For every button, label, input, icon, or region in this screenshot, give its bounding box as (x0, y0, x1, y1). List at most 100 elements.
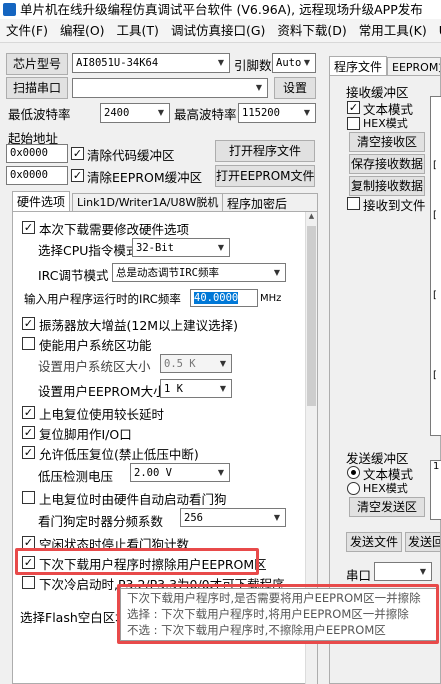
wdt-start-checkbox[interactable] (22, 491, 35, 504)
menu-common-tools[interactable]: 常用工具(K) (353, 19, 433, 42)
receive-mark: [ (433, 370, 437, 381)
wdt-divider-select[interactable]: 256 ▼ (180, 508, 286, 527)
tab-eeprom-file[interactable]: EEPROM文 (387, 57, 441, 76)
chevron-down-icon: ▼ (217, 243, 225, 252)
port-select[interactable]: ▼ (72, 78, 268, 98)
wdt-divider-value: 256 (184, 512, 203, 524)
send-text-mode-radio[interactable] (347, 466, 360, 479)
low-voltage-label: 低压检测电压 (38, 469, 114, 484)
window-title-bar: 单片机在线升级编程仿真调试平台软件 (V6.96A), 远程现场升级APP发布 (0, 0, 441, 19)
wdt-divider-label: 看门狗定时器分频系数 (38, 514, 164, 529)
send-hex-mode-radio[interactable] (347, 482, 360, 495)
menu-usb[interactable]: US (433, 19, 441, 42)
clear-code-buffer-checkbox[interactable]: ✓ (71, 147, 84, 160)
menu-debug[interactable]: 调试仿真接口(G) (165, 19, 271, 42)
chip-model-select[interactable]: AI8051U-34K64 ▼ (72, 53, 230, 73)
open-eeprom-file-button[interactable]: 打开EEPROM文件 (215, 165, 315, 187)
sysarea-size-select[interactable]: 0.5 K ▼ (160, 354, 232, 373)
chevron-down-icon: ▼ (219, 359, 227, 368)
pin-count-label: 引脚数 (234, 58, 272, 73)
scroll-up-icon: ▲ (308, 212, 315, 220)
clear-eeprom-buffer-label: 清除EEPROM缓冲区 (87, 170, 203, 185)
tab-offline-writer[interactable]: Link1D/Writer1A/U8W脱机 (72, 193, 224, 212)
scan-port-button[interactable]: 扫描串口 (6, 77, 68, 99)
send-textarea[interactable]: 1 (430, 460, 441, 520)
reset-io-checkbox[interactable]: ✓ (22, 426, 35, 439)
irc-mode-select[interactable]: 总是动态调节IRC频率 ▼ (112, 263, 286, 282)
min-baud-label: 最低波特率 (8, 107, 71, 122)
copy-receive-button[interactable]: 复制接收数据 (349, 176, 425, 196)
eeprom-size-label: 设置用户EEPROM大小 (38, 384, 166, 399)
clear-eeprom-buffer-checkbox[interactable]: ✓ (71, 169, 84, 182)
clear-receive-button[interactable]: 清空接收区 (349, 132, 425, 152)
irc-freq-unit: MHz (260, 293, 282, 304)
serial-port-select[interactable]: ▼ (374, 562, 432, 581)
chevron-down-icon: ▼ (303, 108, 311, 117)
pin-count-value: Auto (276, 57, 302, 69)
code-address-input[interactable]: 0x0000 (6, 144, 68, 163)
min-baud-select[interactable]: 2400 ▼ (100, 103, 170, 123)
osc-gain-checkbox[interactable]: ✓ (22, 317, 35, 330)
next-cold-start-checkbox[interactable] (22, 576, 35, 589)
cpu-mode-select[interactable]: 32-Bit ▼ (132, 238, 230, 257)
osc-gain-label: 振荡器放大增益(12M以上建议选择) (39, 318, 238, 333)
receive-to-file-checkbox[interactable] (347, 197, 360, 210)
port-settings-button[interactable]: 设置 (274, 77, 316, 99)
long-reset-checkbox[interactable]: ✓ (22, 406, 35, 419)
receive-hex-mode-label: HEX模式 (363, 117, 408, 130)
irc-freq-input[interactable]: 40.0000 (190, 289, 258, 307)
serial-port-label: 串口 (346, 568, 372, 583)
low-voltage-reset-checkbox[interactable]: ✓ (22, 446, 35, 459)
irc-freq-label: 输入用户程序运行时的IRC频率 (24, 292, 181, 306)
chevron-down-icon: ▼ (419, 567, 427, 576)
clear-send-button[interactable]: 清空发送区 (349, 497, 425, 517)
menu-file[interactable]: 文件(F) (0, 19, 54, 42)
highlight-frame (15, 548, 259, 575)
menu-bar: 文件(F)编程(O)工具(T)调试仿真接口(G)资料下载(D)常用工具(K)US (0, 19, 441, 43)
long-reset-label: 上电复位使用较长延时 (39, 407, 165, 422)
eeprom-size-value: 1 K (164, 383, 183, 395)
reset-io-label: 复位脚用作I/O口 (39, 427, 132, 442)
eeprom-address-input[interactable]: 0x0000 (6, 166, 68, 185)
receive-mark: [ (433, 160, 437, 171)
menu-tools[interactable]: 工具(T) (111, 19, 165, 42)
max-baud-label: 最高波特率 (174, 107, 237, 122)
receive-to-file-label: 接收到文件 (363, 198, 426, 213)
menu-download[interactable]: 资料下载(D) (271, 19, 352, 42)
irc-freq-value: 40.0000 (194, 292, 239, 304)
low-voltage-select[interactable]: 2.00 V ▼ (130, 463, 230, 482)
sysarea-size-value: 0.5 K (164, 358, 196, 370)
receive-mark: [ (433, 290, 437, 301)
chevron-down-icon: ▼ (219, 384, 227, 393)
wdt-start-label: 上电复位时由硬件自动启动看门狗 (39, 492, 227, 507)
receive-hex-mode-checkbox[interactable] (347, 117, 360, 130)
scrollbar-thumb[interactable] (307, 226, 316, 406)
sysarea-size-label: 设置用户系统区大小 (38, 359, 151, 374)
menu-program[interactable]: 编程(O) (54, 19, 111, 42)
max-baud-select[interactable]: 115200 ▼ (238, 103, 316, 123)
max-baud-value: 115200 (242, 107, 280, 119)
pin-count-select[interactable]: Auto ▼ (272, 53, 316, 73)
tooltip-highlight-frame (117, 584, 439, 644)
sysarea-label: 使能用户系统区功能 (39, 338, 152, 353)
send-back-button[interactable]: 发送回 (405, 532, 441, 552)
chevron-down-icon: ▼ (157, 108, 165, 117)
chevron-down-icon: ▼ (217, 468, 225, 477)
open-program-file-button[interactable]: 打开程序文件 (215, 140, 315, 162)
send-file-button[interactable]: 发送文件 (346, 532, 402, 552)
save-receive-button[interactable]: 保存接收数据 (349, 154, 425, 174)
app-icon (3, 3, 16, 16)
modify-hw-checkbox[interactable]: ✓ (22, 221, 35, 234)
receive-text-mode-checkbox[interactable]: ✓ (347, 101, 360, 114)
receive-textarea[interactable] (430, 96, 441, 436)
chevron-down-icon: ▼ (303, 58, 311, 67)
sysarea-checkbox[interactable] (22, 337, 35, 350)
tab-program-file[interactable]: 程序文件 (329, 56, 388, 76)
chip-model-button[interactable]: 芯片型号 (6, 53, 68, 75)
flash-fill-label: 选择Flash空白区域 (20, 610, 128, 625)
low-voltage-value: 2.00 V (134, 467, 172, 479)
tab-program-encrypt[interactable]: 程序加密后 (222, 193, 318, 212)
chevron-down-icon: ▼ (217, 58, 225, 67)
tab-hardware-options[interactable]: 硬件选项 (12, 191, 71, 212)
eeprom-size-select[interactable]: 1 K ▼ (160, 379, 232, 398)
